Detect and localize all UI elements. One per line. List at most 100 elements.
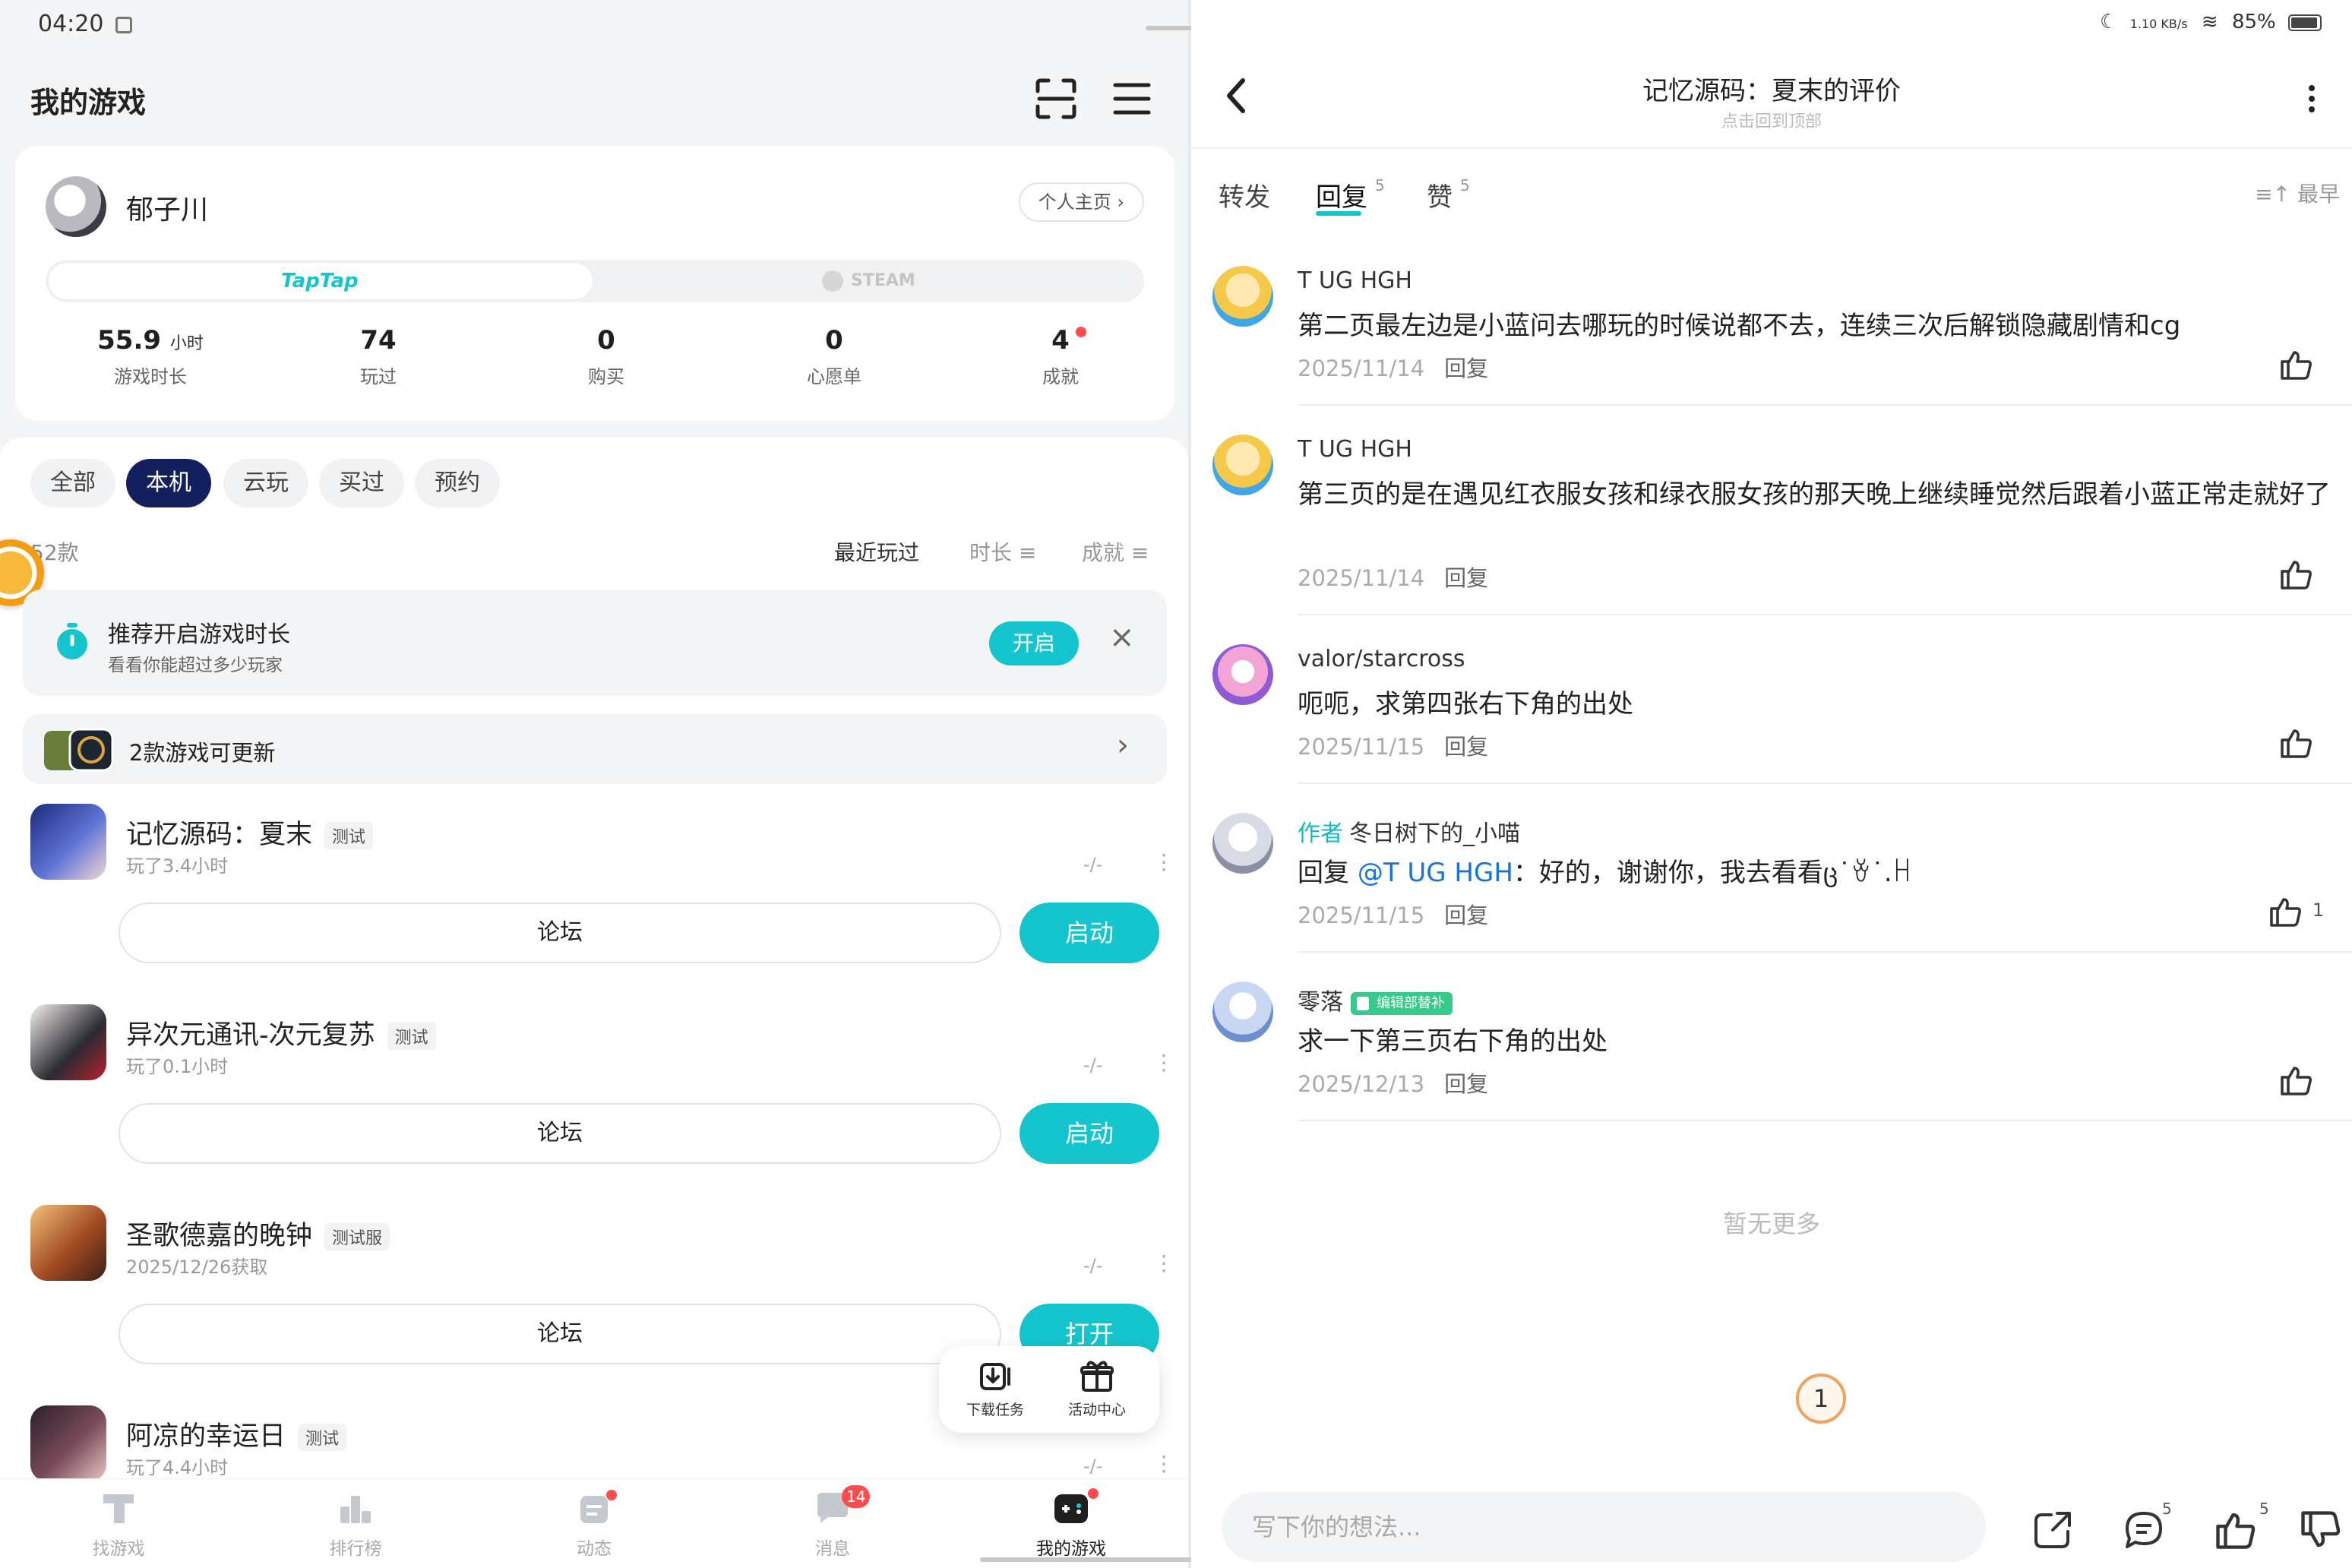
nav-messages[interactable]: 14 消息: [772, 1485, 893, 1560]
reply-link[interactable]: 回复: [1444, 565, 1488, 591]
thumbs-up-icon[interactable]: [2278, 346, 2314, 383]
filter-chip-local[interactable]: 本机: [126, 459, 211, 507]
thumbs-up-icon[interactable]: [2278, 556, 2314, 593]
game-icon[interactable]: [30, 1004, 106, 1080]
thumbs-up-icon[interactable]: [2267, 893, 2303, 930]
stat-unit: 小时: [169, 334, 204, 353]
tab-repost[interactable]: 转发: [1219, 176, 1270, 213]
launch-button[interactable]: 启动: [1020, 903, 1159, 963]
forum-button[interactable]: 论坛: [119, 1103, 1001, 1164]
like-count: 5: [2259, 1500, 2269, 1518]
avatar[interactable]: [1212, 266, 1273, 327]
comment-meta: 2025/11/15 回复: [1298, 729, 1488, 761]
activity-center-button[interactable]: 活动中心: [1051, 1358, 1143, 1419]
game-icon[interactable]: [30, 804, 106, 880]
no-more-text: 暂无更多: [1722, 1209, 1820, 1238]
reply-link[interactable]: 回复: [1444, 734, 1488, 760]
stat-played[interactable]: 74 玩过: [295, 325, 462, 388]
filter-chip-bought[interactable]: 买过: [319, 459, 404, 507]
comment-author[interactable]: T UG HGH: [1298, 436, 1412, 463]
sort-recent[interactable]: 最近玩过: [834, 536, 919, 567]
forum-button[interactable]: 论坛: [119, 1304, 1001, 1364]
reply-link[interactable]: 回复: [1444, 1071, 1488, 1097]
comment-author[interactable]: T UG HGH: [1298, 267, 1412, 294]
comment-author[interactable]: valor/starcross: [1298, 646, 1465, 672]
filter-chip-reserved[interactable]: 预约: [415, 459, 500, 507]
sort-duration[interactable]: 时长 ≡: [969, 536, 1036, 567]
profile-card: 郁子川 个人主页 › TapTap STEAM 55.9 小时 游戏时长 74 …: [15, 146, 1174, 421]
updates-card[interactable]: 2款游戏可更新 ›: [23, 714, 1167, 784]
scan-icon[interactable]: [1033, 76, 1079, 122]
avatar[interactable]: [1212, 813, 1273, 874]
stat-achievements[interactable]: 4 成就: [977, 325, 1144, 388]
bottom-nav: 找游戏 排行榜 动态 14 消息 我的游戏: [0, 1478, 1188, 1568]
thumbs-down-icon[interactable]: [2297, 1507, 2343, 1553]
homepage-button[interactable]: 个人主页 ›: [1018, 182, 1144, 222]
menu-icon[interactable]: [1109, 76, 1155, 122]
reply-link[interactable]: 回复: [1444, 356, 1488, 381]
nav-rankings[interactable]: 排行榜: [295, 1487, 416, 1560]
sort-achievements[interactable]: 成就 ≡: [1082, 536, 1149, 567]
playtime-notice: 推荐开启游戏时长 看看你能超过多少玩家 开启 ×: [23, 590, 1167, 696]
more-icon[interactable]: ⋮: [1153, 1451, 1174, 1476]
enable-button[interactable]: 开启: [989, 621, 1079, 665]
game-title-wrap[interactable]: 圣歌德嘉的晚钟 测试服: [126, 1214, 390, 1253]
game-row: 记忆源码：夏末 测试 玩了3.4小时 -/- ⋮ 论坛 启动: [0, 804, 1188, 1004]
nav-label: 找游戏: [92, 1539, 145, 1559]
filter-chip-cloud[interactable]: 云玩: [223, 459, 308, 507]
sort-icon: ≡↑: [2255, 182, 2291, 207]
avatar[interactable]: [1212, 435, 1273, 495]
more-options-icon[interactable]: [2308, 84, 2316, 114]
game-title-wrap[interactable]: 记忆源码：夏末 测试: [126, 813, 374, 852]
page-title: 我的游戏: [30, 86, 147, 119]
forum-button[interactable]: 论坛: [119, 903, 1001, 963]
share-icon[interactable]: [2030, 1507, 2075, 1553]
comment-meta: 2025/11/14 回复: [1298, 351, 1488, 383]
nav-my-games[interactable]: 我的游戏: [1010, 1487, 1132, 1560]
username[interactable]: 郁子川: [126, 188, 208, 227]
download-tasks-button[interactable]: 下载任务: [950, 1358, 1041, 1419]
comment-text-wrap: 回复 @T UG HGH：好的，谢谢你，我去看看ც˙ꈊ˙.ꀿ: [1298, 852, 2346, 893]
close-icon[interactable]: ×: [1109, 620, 1135, 655]
chevron-right-icon: ›: [1117, 728, 1129, 763]
game-acquired-date: 2025/12/26获取: [126, 1257, 268, 1278]
comment-meta: 2025/11/15 回复: [1298, 898, 1488, 930]
comment-date: 2025/12/13: [1298, 1071, 1425, 1097]
game-title-wrap[interactable]: 异次元通讯-次元复苏 测试: [126, 1013, 436, 1052]
reply-input[interactable]: 写下你的想法...: [1222, 1492, 1986, 1562]
thumbs-up-icon[interactable]: [2212, 1507, 2258, 1553]
stat-wishlist[interactable]: 0 心愿单: [751, 325, 918, 388]
game-icon[interactable]: [30, 1405, 106, 1481]
tab-likes[interactable]: 赞5: [1427, 176, 1470, 213]
game-icon[interactable]: [30, 1205, 106, 1281]
comment-date: 2025/11/15: [1298, 903, 1425, 928]
reply-link[interactable]: 回复: [1444, 903, 1488, 928]
stat-purchased[interactable]: 0 购买: [523, 325, 690, 388]
avatar[interactable]: [1212, 644, 1273, 705]
more-icon[interactable]: ⋮: [1153, 1050, 1174, 1075]
filter-chip-all[interactable]: 全部: [30, 459, 115, 507]
tab-replies[interactable]: 回复 5: [1316, 176, 1385, 216]
thumbs-up-icon[interactable]: [2278, 1062, 2314, 1099]
more-icon[interactable]: ⋮: [1153, 849, 1174, 874]
comment-icon[interactable]: [2121, 1507, 2167, 1553]
launch-button[interactable]: 启动: [1020, 1103, 1159, 1164]
nav-find-games[interactable]: 找游戏: [58, 1487, 179, 1560]
comment-author-wrap[interactable]: 零落 编辑部替补: [1298, 983, 1453, 1016]
tab-label: 赞: [1427, 182, 1453, 213]
thumbs-up-icon[interactable]: [2278, 725, 2314, 761]
more-icon[interactable]: ⋮: [1153, 1250, 1174, 1276]
comment-author-wrap[interactable]: 作者 冬日树下的_小喵: [1298, 814, 1520, 848]
platform-label-steam[interactable]: STEAM: [851, 260, 915, 302]
avatar[interactable]: [1212, 982, 1273, 1042]
nav-feed[interactable]: 动态: [533, 1487, 655, 1560]
sort-order-button[interactable]: ≡↑ 最早: [2255, 178, 2340, 208]
user-mention[interactable]: @T UG HGH: [1358, 858, 1513, 888]
avatar[interactable]: [46, 176, 106, 237]
game-title-wrap[interactable]: 阿凉的幸运日 测试: [126, 1415, 347, 1453]
floating-counter-badge[interactable]: 1: [1796, 1374, 1846, 1424]
gamepad-icon: [1054, 1494, 1088, 1523]
scroll-to-top-hint[interactable]: 点击回到顶部: [1191, 108, 2352, 132]
floating-quick-panel: 下载任务 活动中心: [939, 1346, 1159, 1433]
stat-playtime[interactable]: 55.9 小时 游戏时长: [67, 325, 234, 388]
